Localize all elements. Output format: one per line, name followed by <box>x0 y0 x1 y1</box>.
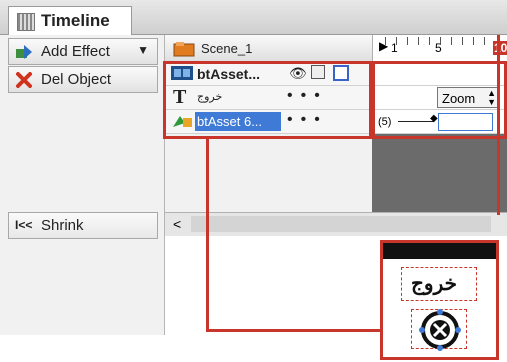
preview-text: خروج <box>411 273 457 295</box>
button-graphic-icon[interactable] <box>419 309 461 351</box>
tab-timeline[interactable]: Timeline <box>8 6 132 36</box>
preview-panel: خروج <box>380 240 499 360</box>
shrink-label: Shrink <box>41 217 84 234</box>
playhead-line <box>497 35 507 215</box>
scroll-track[interactable] <box>191 216 491 232</box>
add-effect-label: Add Effect <box>41 43 110 60</box>
ruler-ticks <box>385 37 495 45</box>
dropdown-arrow-icon: ▼ <box>137 43 149 57</box>
add-effect-icon <box>16 45 32 59</box>
del-object-button[interactable]: Del Object <box>8 66 158 93</box>
preview-top-bar <box>383 243 496 259</box>
add-effect-button[interactable]: Add Effect ▼ <box>8 38 158 65</box>
scene-icon <box>173 42 195 57</box>
timeline-icon <box>17 13 35 31</box>
del-object-label: Del Object <box>41 71 112 88</box>
shrink-button[interactable]: I<< Shrink <box>8 212 158 239</box>
scene-header[interactable]: Scene_1 <box>165 35 372 62</box>
scene-label: Scene_1 <box>201 41 253 56</box>
connector-horizontal <box>206 329 382 332</box>
highlight-layers-box <box>163 61 372 139</box>
left-panel: Add Effect ▼ Del Object I<< Shrink <box>0 35 165 335</box>
scroll-left-arrow[interactable]: < <box>173 216 181 232</box>
layer-list-empty <box>165 134 372 212</box>
empty-track-area <box>372 134 507 212</box>
shrink-icon: I<< <box>15 218 33 232</box>
highlight-timeline-box <box>372 61 507 139</box>
delete-x-icon <box>16 72 32 88</box>
tab-title: Timeline <box>41 11 110 30</box>
timeline-ruler[interactable]: ▶ 1 5 10 <box>372 35 507 62</box>
horizontal-scrollbar[interactable]: < <box>165 212 507 236</box>
connector-vertical <box>206 137 209 332</box>
